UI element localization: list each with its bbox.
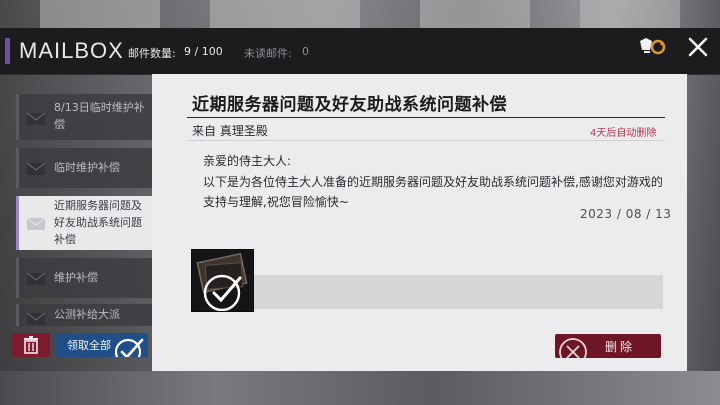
close-button[interactable] xyxy=(686,35,710,59)
envelope-icon xyxy=(27,162,45,175)
unread-count-value: 0 xyxy=(302,45,309,58)
delete-read-button[interactable] xyxy=(12,333,50,357)
envelope-icon xyxy=(27,272,45,285)
attachment-strip xyxy=(250,275,663,309)
mail-list-item[interactable]: 维护补偿 xyxy=(16,258,153,298)
background-blur xyxy=(40,0,160,28)
mail-date: 2023 / 08 / 13 xyxy=(580,207,672,221)
accent-bar xyxy=(5,38,10,64)
mail-list-item-label: 近期服务器问题及好友助战系统问题补偿 xyxy=(54,199,142,246)
mail-detail-panel xyxy=(152,74,687,371)
envelope-icon xyxy=(27,112,45,125)
delete-label: 删除 xyxy=(605,340,636,354)
attachment-item[interactable] xyxy=(191,249,254,312)
mail-count-label: 邮件数量: xyxy=(128,47,176,60)
title-divider xyxy=(187,117,665,118)
trash-icon xyxy=(24,336,38,354)
mail-list-item[interactable]: 8/13日临时维护补偿 xyxy=(16,94,153,140)
mail-list-item-label: 8/13日临时维护补偿 xyxy=(54,101,145,131)
mail-list-item-label: 公测补给大派 xyxy=(54,308,120,321)
delete-button[interactable]: 删除 xyxy=(555,334,661,358)
envelope-icon xyxy=(27,312,45,325)
swap-icon xyxy=(640,38,666,55)
mail-body: 以下是为各位侍主大人准备的近期服务器问题及好友助战系统问题补偿,感谢您对游戏的支… xyxy=(203,175,663,209)
mail-list-item-label: 临时维护补偿 xyxy=(54,161,120,174)
check-circle-icon xyxy=(114,338,144,357)
close-icon xyxy=(688,37,708,57)
mail-count-value: 9 / 100 xyxy=(184,45,223,58)
mail-title: 近期服务器问题及好友助战系统问题补偿 xyxy=(192,95,507,115)
expire-notice: 4天后自动删除 xyxy=(590,128,657,139)
swap-button[interactable] xyxy=(638,36,668,58)
mail-list-item-label: 维护补偿 xyxy=(54,271,98,284)
mail-list-item-selected[interactable]: 近期服务器问题及好友助战系统问题补偿 xyxy=(16,196,153,250)
envelope-icon xyxy=(27,217,45,230)
claim-all-button[interactable]: 领取全部 xyxy=(56,333,148,357)
background-floor xyxy=(0,371,720,405)
mail-list-item[interactable]: 公测补给大派 xyxy=(16,304,153,326)
unread-count-label: 未读邮件: xyxy=(244,47,292,60)
background-blur xyxy=(420,0,530,28)
mail-sender: 来自 真理圣殿 xyxy=(192,124,268,138)
page-title: MAILBOX xyxy=(19,38,124,63)
cancel-circle-icon xyxy=(559,338,587,358)
claim-all-label: 领取全部 xyxy=(67,339,111,352)
mail-greeting: 亲爱的侍主大人: xyxy=(203,154,292,168)
background-blur xyxy=(580,0,680,28)
sender-divider xyxy=(187,140,665,141)
background-blur xyxy=(210,0,360,28)
mail-list-item[interactable]: 临时维护补偿 xyxy=(16,148,153,188)
claimed-item-icon xyxy=(196,252,248,312)
mail-list: 8/13日临时维护补偿 临时维护补偿 近期服务器问题及好友助战系统问题补偿 维护… xyxy=(0,74,153,370)
